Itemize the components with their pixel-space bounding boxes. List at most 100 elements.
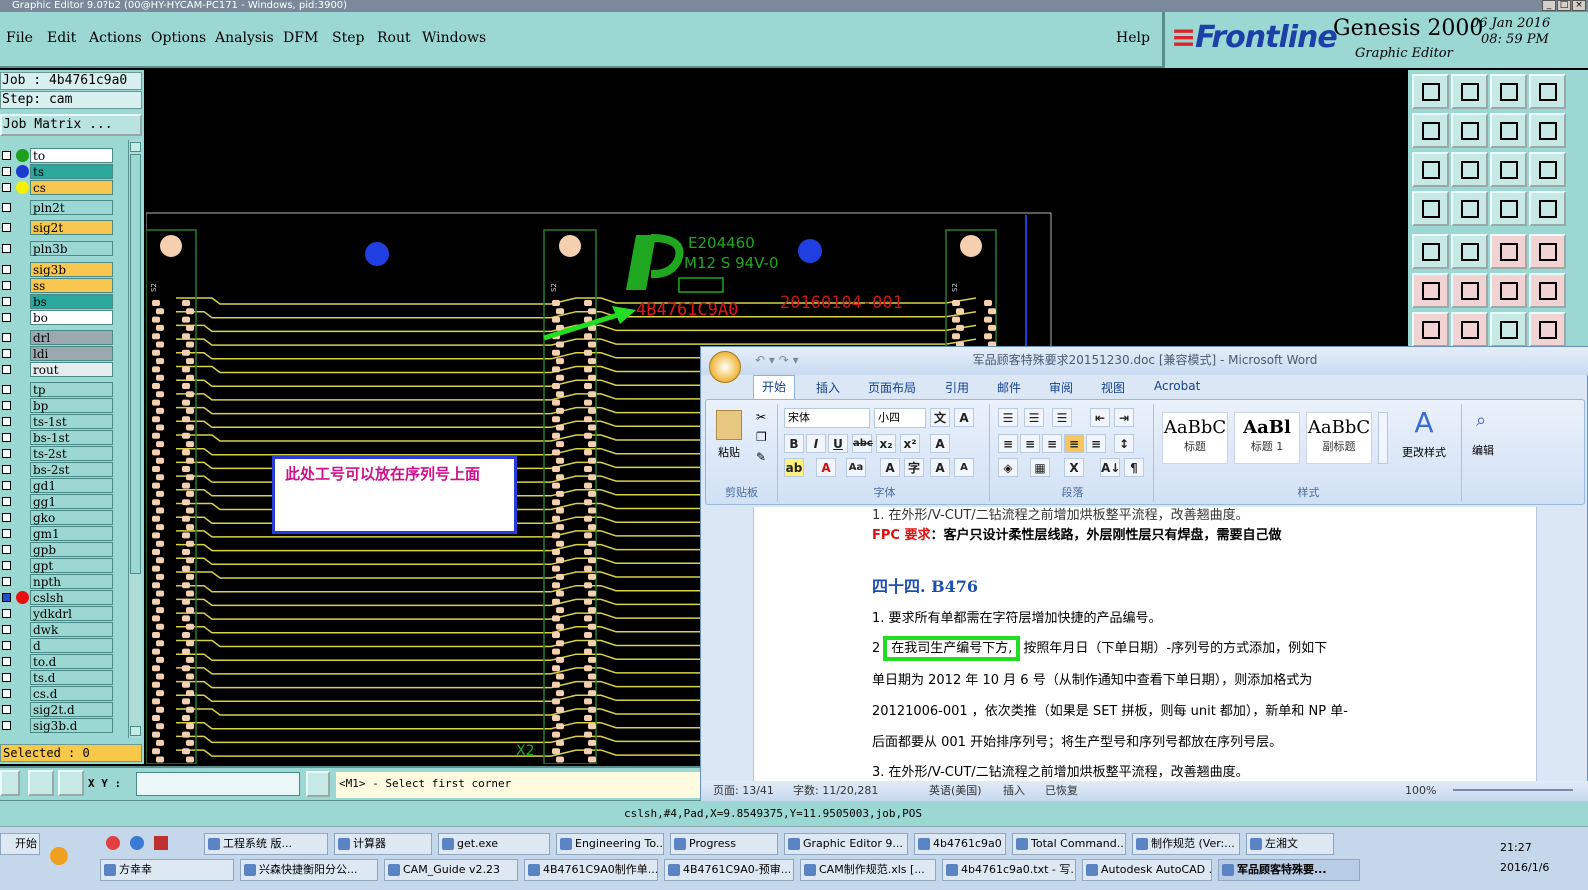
layer-row[interactable]: gpb <box>0 542 128 557</box>
layer-checkbox[interactable] <box>2 449 11 458</box>
menu-options[interactable]: Options <box>151 30 206 46</box>
sort-icon[interactable]: A↓ <box>1100 458 1120 477</box>
layer-name[interactable]: to.d <box>30 654 113 669</box>
tab-view[interactable]: 视图 <box>1101 379 1125 396</box>
tool-button-3-2[interactable] <box>1490 191 1527 226</box>
close-button[interactable]: × <box>1572 0 1586 11</box>
layer-name[interactable]: gm1 <box>30 526 113 541</box>
layer-row[interactable]: ts.d <box>0 670 128 685</box>
layer-name[interactable]: pln2t <box>30 200 113 215</box>
layer-checkbox[interactable] <box>2 721 11 730</box>
layer-checkbox[interactable] <box>2 465 11 474</box>
layer-checkbox[interactable] <box>2 333 11 342</box>
layer-name[interactable]: cs.d <box>30 686 113 701</box>
align-center-icon[interactable]: ≡ <box>1020 434 1040 453</box>
tab-home[interactable]: 开始 <box>753 375 796 399</box>
layer-row[interactable]: sig3b <box>0 262 128 277</box>
layer-checkbox[interactable] <box>2 297 11 306</box>
bullets-icon[interactable]: ☰ <box>998 408 1018 427</box>
layer-row[interactable]: ts <box>0 164 128 179</box>
layer-checkbox[interactable] <box>2 203 11 212</box>
info-button[interactable] <box>306 771 330 797</box>
taskbar-button[interactable]: 工程系统 版... <box>204 833 328 855</box>
insert-mode[interactable]: 插入 <box>1003 782 1025 800</box>
layer-checkbox[interactable] <box>2 417 11 426</box>
tool-button-4-3[interactable] <box>1529 234 1566 269</box>
scroll-thumb[interactable] <box>130 154 141 574</box>
zoom-level[interactable]: 100% <box>1405 782 1436 800</box>
layer-checkbox[interactable] <box>2 281 11 290</box>
layer-row[interactable]: pln3b <box>0 241 128 256</box>
layer-row[interactable]: to <box>0 148 128 163</box>
font-size-select[interactable]: 小四 <box>874 408 926 428</box>
layer-name[interactable]: ydkdrl <box>30 606 113 621</box>
layer-row[interactable]: gg1 <box>0 494 128 509</box>
copy-icon[interactable]: ❐ <box>756 430 767 444</box>
tool-button-2-3[interactable] <box>1529 152 1566 187</box>
taskbar-button[interactable]: 4b4761c9a0.txt - 写... <box>942 859 1076 881</box>
tool-button-1-0[interactable] <box>1412 113 1449 148</box>
strike-icon[interactable]: abc <box>852 434 873 453</box>
layer-name[interactable]: dwk <box>30 622 113 637</box>
tool-button-4-0[interactable] <box>1412 234 1449 269</box>
change-styles-icon[interactable]: A <box>1394 406 1454 439</box>
menu-file[interactable]: File <box>6 30 33 46</box>
taskbar-button[interactable]: 制作规范 (Ver:... <box>1132 833 1240 855</box>
layer-checkbox[interactable] <box>2 529 11 538</box>
layer-row[interactable]: sig2t.d <box>0 702 128 717</box>
layer-checkbox[interactable] <box>2 223 11 232</box>
tab-review[interactable]: 审阅 <box>1049 379 1073 396</box>
taskbar-button[interactable]: 4B4761C9A0制作单... <box>524 859 658 881</box>
grow-font-icon[interactable]: A <box>930 458 950 477</box>
enclose-char-icon[interactable]: 字 <box>904 458 924 477</box>
start-button[interactable]: 开始 <box>0 833 40 855</box>
taskbar-button[interactable]: get.exe <box>438 833 550 855</box>
format-painter-icon[interactable]: ✎ <box>756 450 766 464</box>
layer-row[interactable]: rout <box>0 362 128 377</box>
tool-button-1-3[interactable] <box>1529 113 1566 148</box>
layer-row[interactable]: cs <box>0 180 128 195</box>
layer-name[interactable]: sig3b <box>30 262 113 277</box>
tool-button-6-1[interactable] <box>1451 312 1488 347</box>
tab-mailings[interactable]: 邮件 <box>997 379 1021 396</box>
tool-button-0-1[interactable] <box>1451 74 1488 109</box>
tool-button-1-1[interactable] <box>1451 113 1488 148</box>
phonetic-guide-icon[interactable]: 文 <box>930 408 950 427</box>
layer-name[interactable]: sig2t <box>30 220 113 235</box>
layer-checkbox[interactable] <box>2 625 11 634</box>
layer-row[interactable]: ts-1st <box>0 414 128 429</box>
layer-row[interactable]: bs <box>0 294 128 309</box>
layer-name[interactable]: ts-2st <box>30 446 113 461</box>
tab-insert[interactable]: 插入 <box>816 379 840 396</box>
layer-name[interactable]: rout <box>30 362 113 377</box>
font-color-icon[interactable]: A <box>816 458 836 477</box>
italic-icon[interactable]: I <box>806 434 826 453</box>
tool-button-5-2[interactable] <box>1490 273 1527 308</box>
layer-name[interactable]: drl <box>30 330 113 345</box>
layer-checkbox[interactable] <box>2 561 11 570</box>
taskbar-button[interactable]: CAM_Guide v2.23 <box>384 859 518 881</box>
tool-button-5-1[interactable] <box>1451 273 1488 308</box>
tool-button-5-0[interactable] <box>1412 273 1449 308</box>
layer-checkbox[interactable] <box>2 641 11 650</box>
align-right-icon[interactable]: ≡ <box>1042 434 1062 453</box>
layer-name[interactable]: sig3b.d <box>30 718 113 733</box>
layer-checkbox[interactable] <box>2 609 11 618</box>
page-count[interactable]: 页面: 13/41 <box>713 782 774 800</box>
bold-icon[interactable]: B <box>784 434 804 453</box>
layer-row[interactable]: to.d <box>0 654 128 669</box>
change-case-icon[interactable]: Aa <box>846 458 866 477</box>
distribute-icon[interactable]: ≡ <box>1086 434 1106 453</box>
align-left-icon[interactable]: ≡ <box>998 434 1018 453</box>
layer-row[interactable]: gm1 <box>0 526 128 541</box>
underline-icon[interactable]: U <box>828 434 848 453</box>
taskbar-button[interactable]: 方幸幸 <box>100 859 234 881</box>
clear-format-icon[interactable]: A <box>930 434 950 453</box>
superscript-icon[interactable]: x² <box>900 434 920 453</box>
layer-name[interactable]: bo <box>30 310 113 325</box>
layer-checkbox[interactable] <box>2 349 11 358</box>
layer-checkbox[interactable] <box>2 705 11 714</box>
language[interactable]: 英语(美国) <box>929 782 982 800</box>
chinese-layout-icon[interactable]: X <box>1064 458 1084 477</box>
taskbar-button[interactable]: 左湘文 <box>1246 833 1334 855</box>
